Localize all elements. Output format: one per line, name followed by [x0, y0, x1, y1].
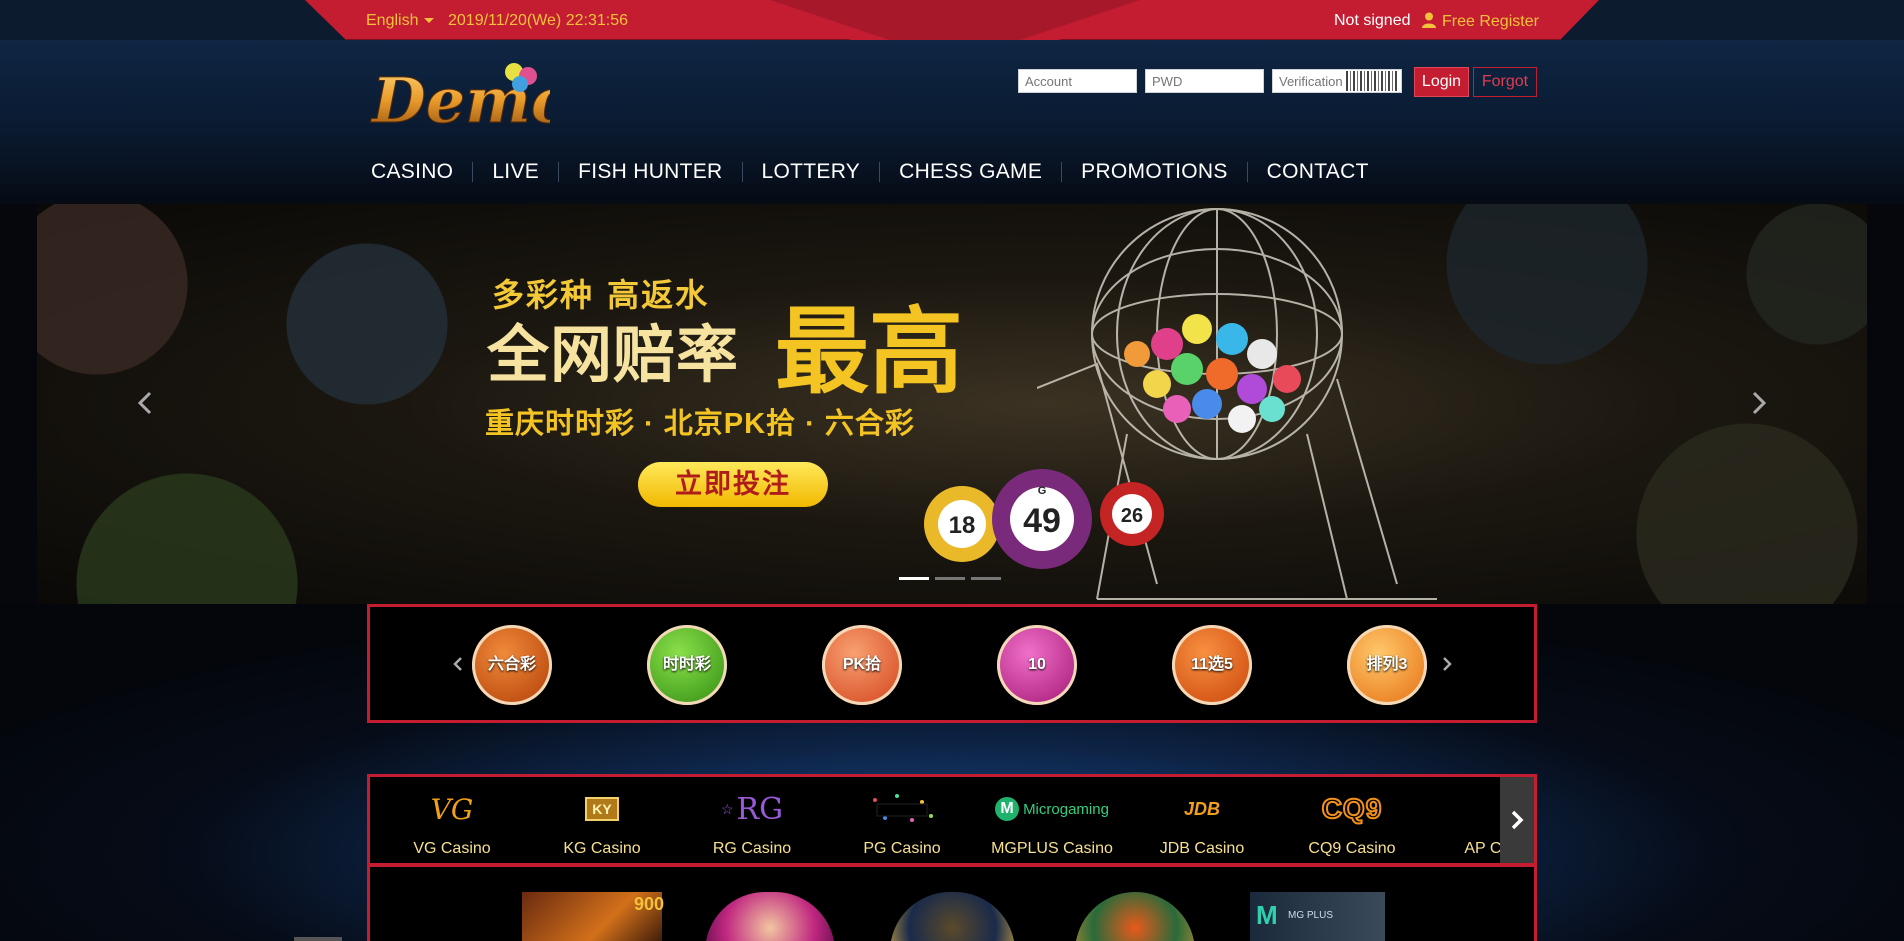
nav-live[interactable]: LIVE: [492, 160, 539, 184]
ball-number: 49: [1023, 502, 1061, 540]
vg-logo-icon: VG: [430, 792, 474, 826]
provider-name: CQ9 Casino: [1308, 840, 1396, 857]
nav-chess-game[interactable]: CHESS GAME: [899, 160, 1042, 184]
free-register-label: Free Register: [1442, 13, 1539, 30]
free-register-link[interactable]: Free Register: [1422, 12, 1539, 31]
game-thumbnail[interactable]: 900: [522, 892, 664, 941]
banner-games-list: 重庆时时彩 · 北京PK拾 · 六合彩: [485, 408, 915, 440]
provider-name: JDB Casino: [1159, 840, 1245, 857]
nav-divider: [879, 162, 881, 182]
lottery-label: PK拾: [842, 656, 882, 673]
bet-now-button[interactable]: 立即投注: [638, 462, 828, 507]
scrollbar-thumb[interactable]: [294, 937, 342, 941]
banner-headline-emphasis: 最高: [775, 297, 964, 407]
captcha-image[interactable]: [1346, 71, 1398, 91]
nav-divider: [1246, 162, 1248, 182]
provider-rg-casino[interactable]: ☆ RG RG Casino: [677, 777, 827, 863]
nav-casino[interactable]: CASINO: [371, 160, 453, 184]
chevron-down-icon: [424, 18, 435, 24]
lottery-pk10[interactable]: PK拾: [822, 625, 902, 705]
provider-name: RG Casino: [712, 840, 792, 857]
provider-name: MGPLUS Casino: [991, 840, 1113, 857]
jdb-logo-icon: JDB: [1183, 798, 1220, 819]
provider-mgplus-casino[interactable]: M Microgaming MGPLUS Casino: [977, 777, 1127, 863]
lottery-carousel: 六合彩 时时彩 PK拾 10 11选5 排列3: [367, 604, 1537, 723]
ball-number: 26: [1121, 505, 1143, 527]
microgaming-logo-icon: M Microgaming: [977, 791, 1127, 827]
featured-games: 900 M MG PLUS: [367, 864, 1537, 941]
forgot-button[interactable]: Forgot: [1473, 67, 1537, 97]
provider-jdb-casino[interactable]: JDB JDB Casino: [1127, 777, 1277, 863]
banner-headline: 全网赔率: [487, 318, 740, 391]
provider-name: VG Casino: [413, 840, 491, 857]
pg-logo-icon: [827, 791, 977, 827]
casino-provider-carousel: VG VG Casino KY KG Casino ☆ RG RG Casino …: [367, 774, 1537, 866]
lottery-next-arrow-icon[interactable]: [1441, 656, 1453, 672]
login-status: Not signed: [1334, 12, 1411, 29]
language-label: English: [366, 12, 419, 29]
banner-prev-arrow-icon[interactable]: [134, 390, 156, 416]
lottery-11x5[interactable]: 11选5: [1172, 625, 1252, 705]
account-input[interactable]: [1018, 69, 1137, 93]
login-button[interactable]: Login: [1414, 67, 1469, 97]
nav-divider: [1061, 162, 1063, 182]
lottery-ssc[interactable]: 时时彩: [647, 625, 727, 705]
top-bar: English 2019/11/20(We) 22:31:56 Not sign…: [0, 0, 1904, 72]
header: Demo Login Forgot CASINO LIVE FISH HUNTE…: [0, 40, 1904, 204]
game-thumbnail-label: MG PLUS: [1288, 910, 1334, 921]
provider-pg-casino[interactable]: PG Casino: [827, 777, 977, 863]
nav-divider: [558, 162, 560, 182]
banner-pagination: [899, 577, 1001, 580]
server-datetime: 2019/11/20(We) 22:31:56: [448, 12, 628, 29]
banner-dot[interactable]: [971, 577, 1001, 580]
site-logo[interactable]: Demo: [370, 58, 550, 138]
banner-dot[interactable]: [899, 577, 929, 580]
lottery-pailie3[interactable]: 排列3: [1347, 625, 1427, 705]
game-thumbnail[interactable]: [1075, 892, 1195, 941]
nav-divider: [472, 162, 474, 182]
nav-divider: [741, 162, 743, 182]
mg-plus-thumbnail[interactable]: M MG PLUS: [1250, 892, 1385, 941]
lottery-label: 六合彩: [487, 656, 536, 673]
provider-name: PG Casino: [863, 840, 941, 857]
banner-dot[interactable]: [935, 577, 965, 580]
lottery-mark-six[interactable]: 六合彩: [472, 625, 552, 705]
provider-next-button[interactable]: [1500, 777, 1534, 863]
hero-banner[interactable]: 多彩种 高返水 全网赔率 最高 重庆时时彩 · 北京PK拾 · 六合彩 立即投注: [37, 204, 1867, 604]
lottery-label: 排列3: [1366, 656, 1408, 673]
cq9-logo-icon: CQ9: [1321, 792, 1383, 825]
provider-cq9-casino[interactable]: CQ9 CQ9 Casino: [1277, 777, 1427, 863]
provider-kg-casino[interactable]: KY KG Casino: [527, 777, 677, 863]
nav-promotions[interactable]: PROMOTIONS: [1081, 160, 1228, 184]
rg-logo-icon: ☆ RG: [720, 791, 784, 827]
lottery-label: 10: [1028, 656, 1046, 673]
nav-contact[interactable]: CONTACT: [1267, 160, 1369, 184]
lottery-happy-ten[interactable]: 10: [997, 625, 1077, 705]
banner-next-arrow-icon[interactable]: [1748, 390, 1770, 416]
banner-background-balls: [37, 204, 457, 604]
ball-number: 18: [949, 512, 976, 539]
provider-vg-casino[interactable]: VG VG Casino: [377, 777, 527, 863]
lottery-label: 时时彩: [662, 656, 711, 673]
nav-fish-hunter[interactable]: FISH HUNTER: [578, 160, 722, 184]
game-thumbnail-label: 900: [633, 894, 664, 914]
main-nav: CASINO LIVE FISH HUNTER LOTTERY CHESS GA…: [371, 158, 1369, 186]
lottery-prev-arrow-icon[interactable]: [452, 656, 464, 672]
game-thumbnail[interactable]: [890, 892, 1015, 941]
provider-name: KG Casino: [563, 840, 641, 857]
language-selector[interactable]: English: [366, 12, 435, 30]
ball-letter: G: [1038, 485, 1047, 497]
kg-logo-icon: KY: [527, 791, 677, 827]
nav-lottery[interactable]: LOTTERY: [762, 160, 861, 184]
chevron-right-icon: [1511, 810, 1524, 830]
password-input[interactable]: [1145, 69, 1264, 93]
lottery-label: 11选5: [1191, 656, 1233, 673]
user-icon: [1422, 12, 1436, 28]
game-thumbnail[interactable]: [705, 892, 835, 941]
